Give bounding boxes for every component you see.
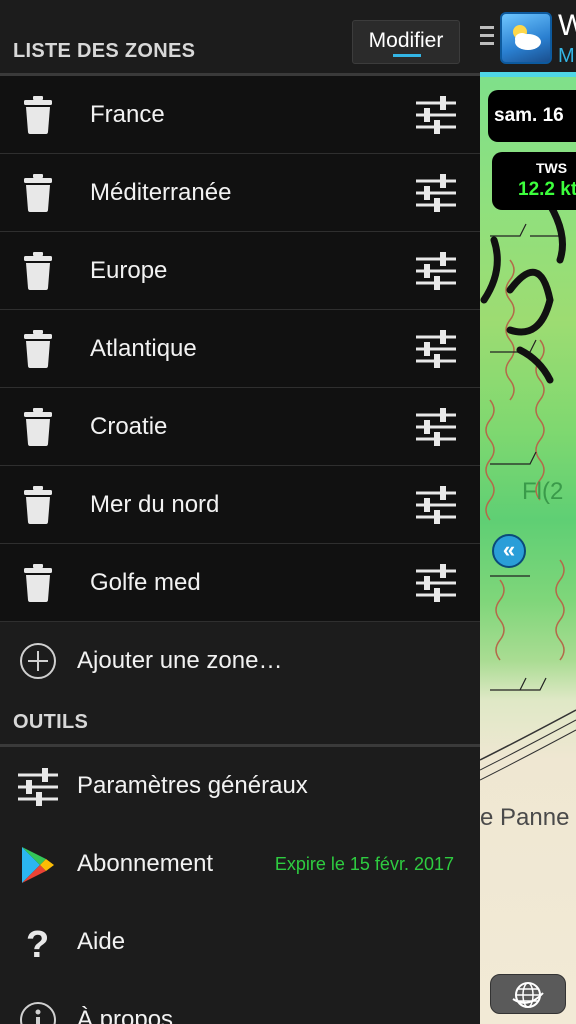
plus-circle-icon <box>20 643 56 679</box>
trash-icon[interactable] <box>24 330 52 368</box>
zone-name: Atlantique <box>90 335 197 362</box>
zone-row-europe[interactable]: Europe <box>0 232 480 310</box>
subscription-label: Abonnement <box>77 850 214 877</box>
zone-name: Méditerranée <box>90 179 232 206</box>
subscription-item[interactable]: Abonnement Expire le 15 févr. 2017 <box>0 825 480 903</box>
tws-label: TWS <box>536 160 568 176</box>
zone-row-golfe-med[interactable]: Golfe med <box>0 544 480 622</box>
about-item[interactable]: À propos <box>0 981 480 1024</box>
sliders-icon[interactable] <box>414 251 458 291</box>
zones-header: LISTE DES ZONES Modifier <box>0 0 480 76</box>
question-icon: ? <box>26 924 49 963</box>
zone-row-mediterranee[interactable]: Méditerranée <box>0 154 480 232</box>
zone-name: Europe <box>90 257 168 284</box>
help-label: Aide <box>77 928 126 955</box>
sliders-icon[interactable] <box>414 563 458 603</box>
general-settings-item[interactable]: Paramètres généraux <box>0 747 480 825</box>
tws-value: 12.2 kt <box>518 179 576 200</box>
app-title: W <box>558 9 576 42</box>
app-subtitle: M <box>558 45 575 67</box>
sliders-icon[interactable] <box>414 407 458 447</box>
play-store-icon <box>22 847 54 883</box>
trash-icon[interactable] <box>24 252 52 290</box>
map-header: W M <box>480 0 576 72</box>
edit-zones-button[interactable]: Modifier <box>352 20 460 64</box>
info-icon <box>20 1002 56 1024</box>
trash-icon[interactable] <box>24 174 52 212</box>
about-label: À propos <box>77 1006 174 1024</box>
add-zone-button[interactable]: Ajouter une zone… <box>0 622 480 700</box>
map-view[interactable]: W M sam. 16 TWS 12.2 kt Fl(2 e Panne « <box>480 0 576 1024</box>
tws-readout: TWS 12.2 kt <box>492 152 576 210</box>
edit-button-indicator <box>393 54 421 57</box>
navigation-drawer: LISTE DES ZONES Modifier France Méditerr… <box>0 0 480 1024</box>
app-logo-icon <box>500 12 552 64</box>
collapse-panel-button[interactable]: « <box>492 534 526 568</box>
trash-icon[interactable] <box>24 564 52 602</box>
zone-name: Mer du nord <box>90 491 220 518</box>
zone-row-croatie[interactable]: Croatie <box>0 388 480 466</box>
subscription-expiry: Expire le 15 févr. 2017 <box>274 854 454 874</box>
zone-row-france[interactable]: France <box>0 76 480 154</box>
tools-header: OUTILS <box>0 700 480 747</box>
general-settings-label: Paramètres généraux <box>77 772 308 799</box>
zone-row-mer-du-nord[interactable]: Mer du nord <box>0 466 480 544</box>
tools-title: OUTILS <box>13 711 89 733</box>
sliders-icon[interactable] <box>414 485 458 525</box>
trash-icon[interactable] <box>24 408 52 446</box>
chart-label: Fl(2 <box>522 478 564 505</box>
globe-icon <box>512 982 544 1008</box>
globe-button[interactable] <box>490 974 566 1014</box>
sliders-icon[interactable] <box>414 95 458 135</box>
sliders-icon[interactable] <box>414 329 458 369</box>
chart-place-label: e Panne <box>480 804 570 831</box>
zone-name: Croatie <box>90 413 168 440</box>
zone-name: Golfe med <box>90 569 201 596</box>
sliders-icon <box>18 768 58 806</box>
edit-button-label: Modifier <box>368 29 444 52</box>
zone-list: France Méditerranée Europe Atlantique Cr… <box>0 76 480 622</box>
menu-icon[interactable] <box>480 26 494 50</box>
zone-row-atlantique[interactable]: Atlantique <box>0 310 480 388</box>
help-item[interactable]: ? Aide <box>0 903 480 981</box>
date-selector[interactable]: sam. 16 <box>488 90 576 142</box>
add-zone-label: Ajouter une zone… <box>77 647 283 674</box>
trash-icon[interactable] <box>24 486 52 524</box>
sliders-icon[interactable] <box>414 173 458 213</box>
svg-text:?: ? <box>26 924 49 963</box>
trash-icon[interactable] <box>24 96 52 134</box>
zones-title: LISTE DES ZONES <box>13 40 196 62</box>
zone-name: France <box>90 101 165 128</box>
